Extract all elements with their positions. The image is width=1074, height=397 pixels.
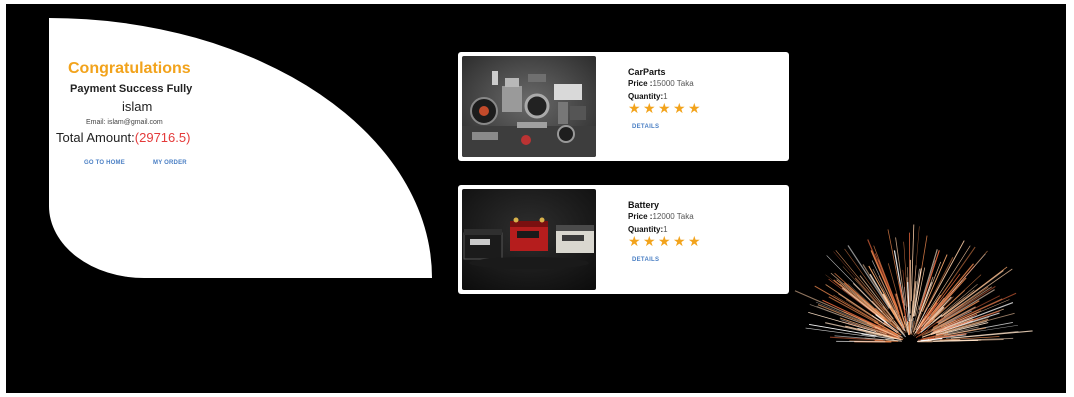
payment-success-card: Congratulations Payment Success Fully is… bbox=[49, 18, 432, 278]
star-icon: ★ bbox=[628, 100, 641, 116]
total-amount-label: Total Amount: bbox=[56, 130, 135, 145]
rating-stars: ★ ★ ★ ★ ★ bbox=[628, 234, 703, 248]
page-background: Congratulations Payment Success Fully is… bbox=[6, 4, 1066, 393]
fireworks-image bbox=[794, 224, 1033, 343]
star-icon: ★ bbox=[643, 233, 656, 249]
total-amount-value: (29716.5) bbox=[134, 130, 191, 145]
star-icon: ★ bbox=[673, 100, 686, 116]
star-icon: ★ bbox=[673, 233, 686, 249]
congratulations-title: Congratulations bbox=[68, 60, 191, 77]
price-value: 12000 Taka bbox=[652, 212, 694, 221]
star-icon: ★ bbox=[688, 100, 701, 116]
price-label: Price : bbox=[628, 212, 653, 221]
price-value: 15000 Taka bbox=[652, 79, 694, 88]
price-label: Price : bbox=[628, 79, 653, 88]
go-to-home-button[interactable]: GO TO HOME bbox=[84, 160, 125, 166]
product-name: Battery bbox=[628, 200, 660, 210]
star-icon: ★ bbox=[658, 233, 671, 249]
user-email: Email: islam@gmail.com bbox=[86, 119, 163, 126]
product-card-carparts: CarParts Price :15000 Taka Quantity:1 ★ ★… bbox=[458, 52, 789, 161]
my-order-button[interactable]: MY ORDER bbox=[153, 160, 187, 166]
payment-status-text: Payment Success Fully bbox=[70, 83, 193, 95]
details-button[interactable]: DETAILS bbox=[632, 257, 659, 263]
star-icon: ★ bbox=[628, 233, 641, 249]
star-icon: ★ bbox=[643, 100, 656, 116]
user-name: islam bbox=[122, 99, 153, 114]
star-icon: ★ bbox=[658, 100, 671, 116]
product-price: Price :15000 Taka bbox=[628, 79, 694, 88]
star-icon: ★ bbox=[688, 233, 701, 249]
battery-photo bbox=[462, 189, 596, 290]
rating-stars: ★ ★ ★ ★ ★ bbox=[628, 101, 703, 115]
product-price: Price :12000 Taka bbox=[628, 212, 694, 221]
product-card-battery: Battery Price :12000 Taka Quantity:1 ★ ★ ★… bbox=[458, 185, 789, 294]
details-button[interactable]: DETAILS bbox=[632, 124, 659, 130]
total-amount: Total Amount:(29716.5) bbox=[56, 130, 190, 145]
car-parts-photo bbox=[462, 56, 596, 157]
product-name: CarParts bbox=[628, 67, 666, 77]
